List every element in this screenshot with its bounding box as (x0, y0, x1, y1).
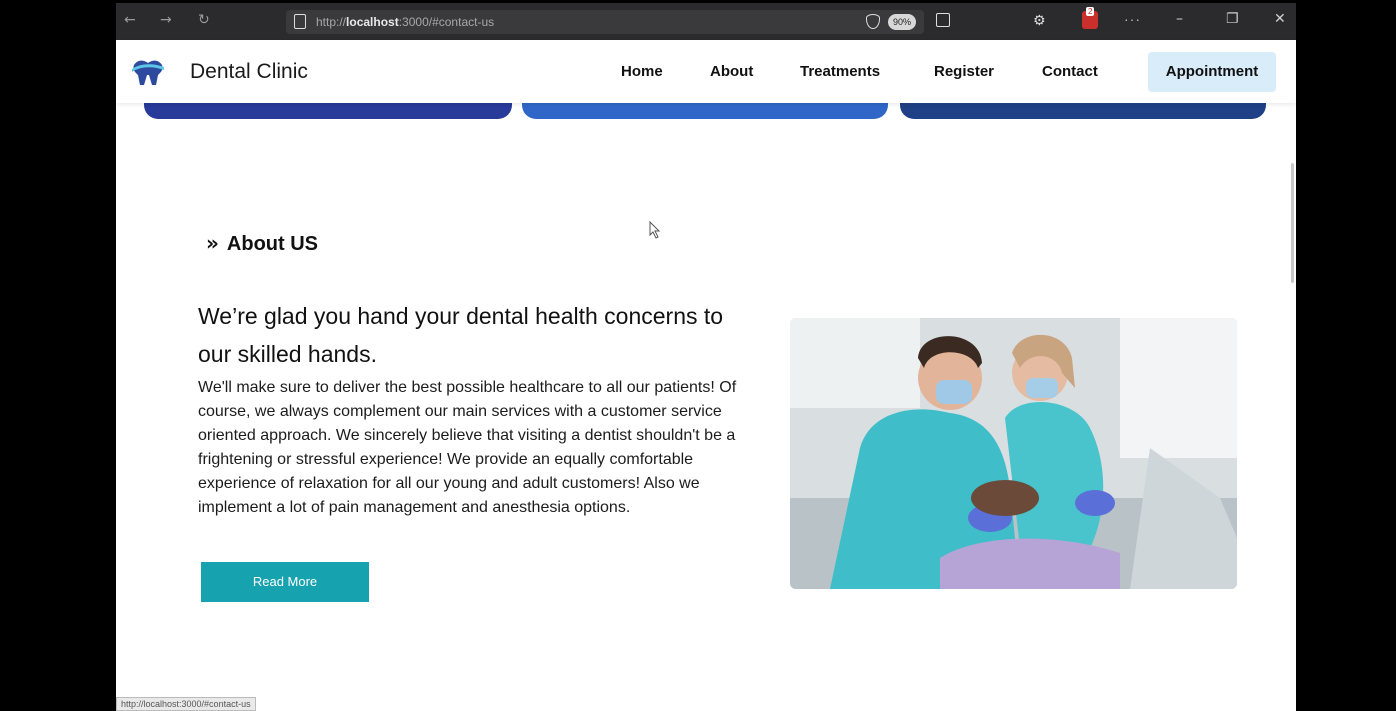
url-text[interactable]: http://localhost:3000/#contact-us (316, 15, 494, 29)
page-scrollbar[interactable] (1291, 163, 1294, 283)
tooth-logo-icon[interactable] (130, 57, 166, 92)
forward-icon[interactable]: → (160, 12, 172, 28)
notification-count: 2 (1086, 7, 1095, 16)
extensions-icon[interactable]: ⚙ (1033, 13, 1046, 29)
page-icon (294, 14, 306, 29)
browser-window: ← → ↻ http://localhost:3000/#contact-us … (116, 3, 1296, 711)
section-title: » About US (206, 231, 319, 255)
reload-icon[interactable]: ↻ (198, 12, 210, 28)
status-bar-url: http://localhost:3000/#contact-us (116, 697, 256, 711)
mouse-cursor-icon (649, 220, 661, 244)
double-chevron-icon: » (206, 231, 219, 255)
zoom-level-badge[interactable]: 90% (888, 14, 917, 30)
screen: ← → ↻ http://localhost:3000/#contact-us … (0, 0, 1396, 711)
close-icon[interactable]: ✕ (1274, 11, 1286, 27)
site-header: Dental Clinic Home About Treatments Regi… (116, 40, 1296, 103)
nav-register[interactable]: Register (934, 63, 994, 80)
addon-notification-icon[interactable]: 2 (1082, 7, 1098, 29)
reader-view-icon[interactable] (936, 13, 950, 27)
browser-toolbar: ← → ↻ http://localhost:3000/#contact-us … (116, 3, 1296, 40)
read-more-button[interactable]: Read More (201, 562, 369, 602)
back-icon[interactable]: ← (124, 12, 136, 28)
dentists-photo (790, 318, 1237, 589)
about-body: We'll make sure to deliver the best poss… (198, 379, 737, 516)
address-bar[interactable]: http://localhost:3000/#contact-us 90% (286, 10, 924, 34)
more-menu-icon[interactable]: ··· (1124, 11, 1141, 27)
nav-about[interactable]: About (710, 63, 753, 80)
brand-name[interactable]: Dental Clinic (190, 60, 308, 84)
nav-home[interactable]: Home (621, 63, 663, 80)
nav-contact[interactable]: Contact (1042, 63, 1098, 80)
appointment-button[interactable]: Appointment (1148, 52, 1276, 92)
nav-treatments[interactable]: Treatments (800, 63, 880, 80)
restore-icon[interactable]: ❐ (1226, 11, 1239, 27)
tracking-protection-icon[interactable] (866, 14, 880, 29)
about-headline: We’re glad you hand your dental health c… (198, 303, 724, 367)
minimize-icon[interactable]: – (1176, 11, 1183, 27)
